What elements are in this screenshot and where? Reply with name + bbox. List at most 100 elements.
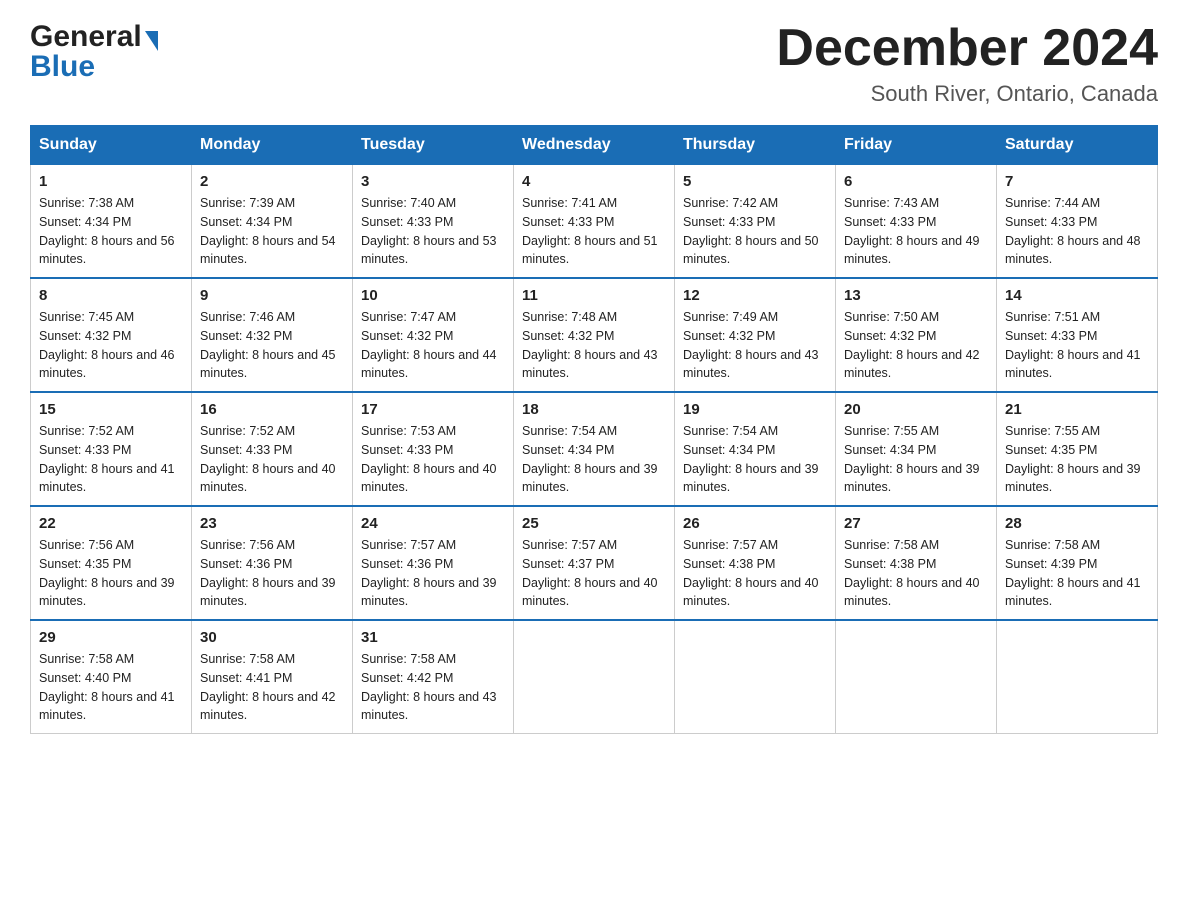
day-info: Sunrise: 7:49 AM Sunset: 4:32 PM Dayligh… <box>683 308 827 383</box>
table-row <box>675 620 836 734</box>
table-row: 8 Sunrise: 7:45 AM Sunset: 4:32 PM Dayli… <box>31 278 192 392</box>
table-row: 9 Sunrise: 7:46 AM Sunset: 4:32 PM Dayli… <box>192 278 353 392</box>
calendar-row: 29 Sunrise: 7:58 AM Sunset: 4:40 PM Dayl… <box>31 620 1158 734</box>
day-number: 2 <box>200 173 344 190</box>
sunrise-label: Sunrise: 7:58 AM <box>200 652 295 666</box>
day-info: Sunrise: 7:52 AM Sunset: 4:33 PM Dayligh… <box>39 422 183 497</box>
sunrise-label: Sunrise: 7:55 AM <box>844 424 939 438</box>
sunset-label: Sunset: 4:33 PM <box>1005 329 1097 343</box>
day-number: 5 <box>683 173 827 190</box>
day-number: 21 <box>1005 401 1149 418</box>
sunrise-label: Sunrise: 7:57 AM <box>683 538 778 552</box>
daylight-label: Daylight: 8 hours and 53 minutes. <box>361 234 497 267</box>
daylight-label: Daylight: 8 hours and 39 minutes. <box>1005 462 1141 495</box>
day-number: 23 <box>200 515 344 532</box>
day-number: 7 <box>1005 173 1149 190</box>
sunrise-label: Sunrise: 7:41 AM <box>522 196 617 210</box>
day-info: Sunrise: 7:47 AM Sunset: 4:32 PM Dayligh… <box>361 308 505 383</box>
daylight-label: Daylight: 8 hours and 42 minutes. <box>844 348 980 381</box>
day-number: 6 <box>844 173 988 190</box>
col-sunday: Sunday <box>31 126 192 165</box>
day-number: 25 <box>522 515 666 532</box>
daylight-label: Daylight: 8 hours and 41 minutes. <box>1005 348 1141 381</box>
col-tuesday: Tuesday <box>353 126 514 165</box>
day-number: 24 <box>361 515 505 532</box>
daylight-label: Daylight: 8 hours and 39 minutes. <box>39 576 175 609</box>
day-info: Sunrise: 7:40 AM Sunset: 4:33 PM Dayligh… <box>361 194 505 269</box>
day-number: 11 <box>522 287 666 304</box>
day-number: 12 <box>683 287 827 304</box>
daylight-label: Daylight: 8 hours and 41 minutes. <box>1005 576 1141 609</box>
daylight-label: Daylight: 8 hours and 40 minutes. <box>522 576 658 609</box>
sunset-label: Sunset: 4:32 PM <box>522 329 614 343</box>
logo: General Blue <box>30 20 158 84</box>
sunrise-label: Sunrise: 7:49 AM <box>683 310 778 324</box>
daylight-label: Daylight: 8 hours and 39 minutes. <box>200 576 336 609</box>
sunset-label: Sunset: 4:33 PM <box>522 215 614 229</box>
day-number: 4 <box>522 173 666 190</box>
sunset-label: Sunset: 4:36 PM <box>361 557 453 571</box>
daylight-label: Daylight: 8 hours and 51 minutes. <box>522 234 658 267</box>
table-row: 20 Sunrise: 7:55 AM Sunset: 4:34 PM Dayl… <box>836 392 997 506</box>
day-info: Sunrise: 7:58 AM Sunset: 4:38 PM Dayligh… <box>844 536 988 611</box>
day-info: Sunrise: 7:57 AM Sunset: 4:37 PM Dayligh… <box>522 536 666 611</box>
sunrise-label: Sunrise: 7:54 AM <box>522 424 617 438</box>
sunset-label: Sunset: 4:35 PM <box>39 557 131 571</box>
table-row: 10 Sunrise: 7:47 AM Sunset: 4:32 PM Dayl… <box>353 278 514 392</box>
day-info: Sunrise: 7:48 AM Sunset: 4:32 PM Dayligh… <box>522 308 666 383</box>
table-row: 25 Sunrise: 7:57 AM Sunset: 4:37 PM Dayl… <box>514 506 675 620</box>
table-row: 13 Sunrise: 7:50 AM Sunset: 4:32 PM Dayl… <box>836 278 997 392</box>
sunset-label: Sunset: 4:33 PM <box>361 215 453 229</box>
sunset-label: Sunset: 4:33 PM <box>1005 215 1097 229</box>
sunset-label: Sunset: 4:33 PM <box>361 443 453 457</box>
day-info: Sunrise: 7:55 AM Sunset: 4:35 PM Dayligh… <box>1005 422 1149 497</box>
sunset-label: Sunset: 4:38 PM <box>844 557 936 571</box>
table-row <box>514 620 675 734</box>
sunset-label: Sunset: 4:32 PM <box>200 329 292 343</box>
daylight-label: Daylight: 8 hours and 43 minutes. <box>522 348 658 381</box>
table-row: 1 Sunrise: 7:38 AM Sunset: 4:34 PM Dayli… <box>31 165 192 279</box>
table-row: 5 Sunrise: 7:42 AM Sunset: 4:33 PM Dayli… <box>675 165 836 279</box>
day-info: Sunrise: 7:45 AM Sunset: 4:32 PM Dayligh… <box>39 308 183 383</box>
page-header: General Blue December 2024 South River, … <box>30 20 1158 107</box>
day-info: Sunrise: 7:58 AM Sunset: 4:42 PM Dayligh… <box>361 650 505 725</box>
day-info: Sunrise: 7:52 AM Sunset: 4:33 PM Dayligh… <box>200 422 344 497</box>
location: South River, Ontario, Canada <box>776 81 1158 107</box>
sunset-label: Sunset: 4:34 PM <box>39 215 131 229</box>
day-number: 31 <box>361 629 505 646</box>
day-number: 14 <box>1005 287 1149 304</box>
day-info: Sunrise: 7:41 AM Sunset: 4:33 PM Dayligh… <box>522 194 666 269</box>
day-info: Sunrise: 7:55 AM Sunset: 4:34 PM Dayligh… <box>844 422 988 497</box>
table-row: 2 Sunrise: 7:39 AM Sunset: 4:34 PM Dayli… <box>192 165 353 279</box>
day-info: Sunrise: 7:42 AM Sunset: 4:33 PM Dayligh… <box>683 194 827 269</box>
day-info: Sunrise: 7:38 AM Sunset: 4:34 PM Dayligh… <box>39 194 183 269</box>
sunset-label: Sunset: 4:42 PM <box>361 671 453 685</box>
daylight-label: Daylight: 8 hours and 45 minutes. <box>200 348 336 381</box>
sunrise-label: Sunrise: 7:50 AM <box>844 310 939 324</box>
day-number: 8 <box>39 287 183 304</box>
day-info: Sunrise: 7:56 AM Sunset: 4:35 PM Dayligh… <box>39 536 183 611</box>
sunset-label: Sunset: 4:32 PM <box>361 329 453 343</box>
sunrise-label: Sunrise: 7:47 AM <box>361 310 456 324</box>
day-info: Sunrise: 7:54 AM Sunset: 4:34 PM Dayligh… <box>683 422 827 497</box>
logo-triangle-icon <box>145 31 158 51</box>
day-number: 18 <box>522 401 666 418</box>
logo-general: General <box>30 20 142 54</box>
sunrise-label: Sunrise: 7:51 AM <box>1005 310 1100 324</box>
day-info: Sunrise: 7:44 AM Sunset: 4:33 PM Dayligh… <box>1005 194 1149 269</box>
sunset-label: Sunset: 4:32 PM <box>39 329 131 343</box>
col-wednesday: Wednesday <box>514 126 675 165</box>
daylight-label: Daylight: 8 hours and 43 minutes. <box>683 348 819 381</box>
day-info: Sunrise: 7:58 AM Sunset: 4:41 PM Dayligh… <box>200 650 344 725</box>
calendar-row: 22 Sunrise: 7:56 AM Sunset: 4:35 PM Dayl… <box>31 506 1158 620</box>
table-row <box>997 620 1158 734</box>
day-info: Sunrise: 7:53 AM Sunset: 4:33 PM Dayligh… <box>361 422 505 497</box>
daylight-label: Daylight: 8 hours and 40 minutes. <box>683 576 819 609</box>
sunset-label: Sunset: 4:34 PM <box>200 215 292 229</box>
table-row: 31 Sunrise: 7:58 AM Sunset: 4:42 PM Dayl… <box>353 620 514 734</box>
daylight-label: Daylight: 8 hours and 50 minutes. <box>683 234 819 267</box>
table-row: 16 Sunrise: 7:52 AM Sunset: 4:33 PM Dayl… <box>192 392 353 506</box>
sunset-label: Sunset: 4:32 PM <box>683 329 775 343</box>
day-number: 13 <box>844 287 988 304</box>
calendar-row: 15 Sunrise: 7:52 AM Sunset: 4:33 PM Dayl… <box>31 392 1158 506</box>
